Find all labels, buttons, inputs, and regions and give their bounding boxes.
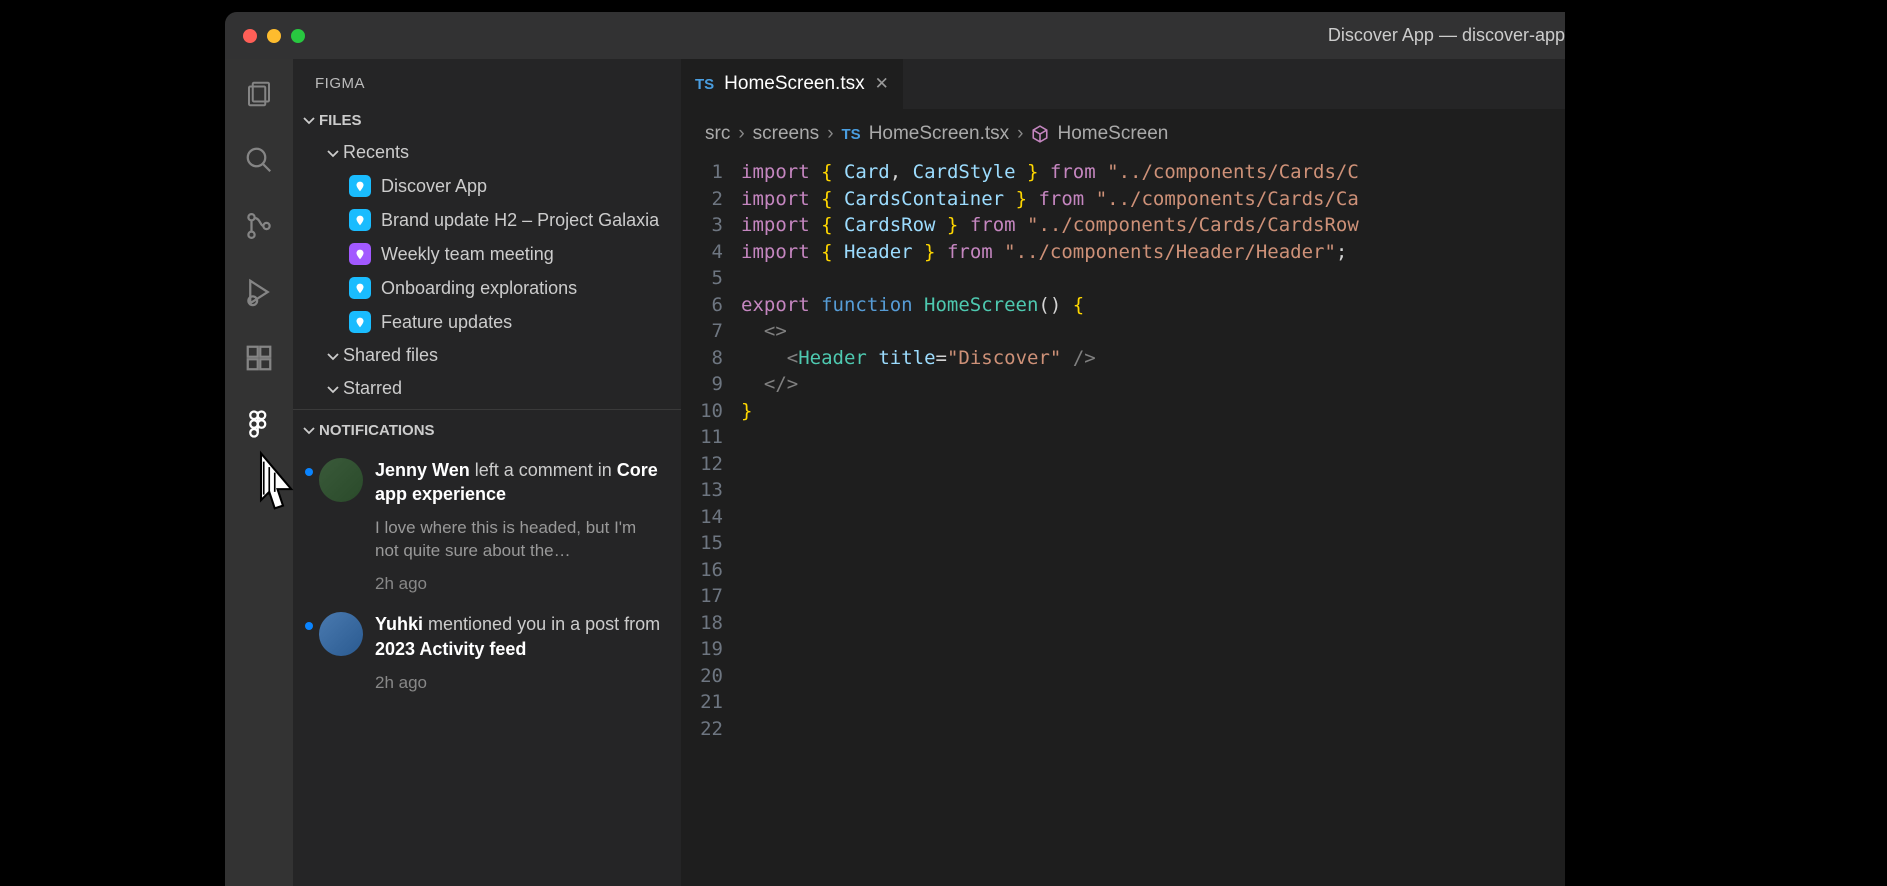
shared-files-label: Shared files — [343, 345, 438, 366]
window-close-button[interactable] — [243, 29, 257, 43]
file-item[interactable]: Feature updates — [293, 305, 681, 339]
file-item-label: Feature updates — [381, 312, 512, 333]
app-window: Discover App — discover-app — [225, 12, 1565, 886]
main-area: FIGMA FILES Recents Discover App Brand up… — [225, 59, 1565, 886]
tab-bar: TS HomeScreen.tsx ✕ — [681, 59, 1565, 109]
tab-homescreen[interactable]: TS HomeScreen.tsx ✕ — [681, 59, 903, 109]
figma-file-icon — [349, 243, 371, 265]
breadcrumbs[interactable]: src › screens › TS HomeScreen.tsx › Home… — [681, 109, 1565, 159]
chevron-down-icon — [299, 110, 319, 130]
notification-title: Jenny Wen left a comment in Core app exp… — [375, 458, 661, 507]
unread-dot-icon — [305, 468, 313, 476]
chevron-right-icon: › — [827, 123, 833, 145]
files-section-label: FILES — [319, 112, 362, 129]
figma-icon[interactable] — [242, 407, 276, 441]
breadcrumb-part[interactable]: src — [705, 123, 730, 145]
notification-item[interactable]: Jenny Wen left a comment in Core app exp… — [293, 450, 681, 604]
file-item[interactable]: Weekly team meeting — [293, 237, 681, 271]
notifications-label: NOTIFICATIONS — [319, 422, 435, 439]
notifications-section: NOTIFICATIONS Jenny Wen left a comment i… — [293, 409, 681, 703]
sidebar-title: FIGMA — [293, 59, 681, 104]
code-content[interactable]: import { Card, CardStyle } from "../comp… — [741, 159, 1565, 886]
breadcrumb-part[interactable]: HomeScreen — [1057, 123, 1168, 145]
figma-file-icon — [349, 311, 371, 333]
notification-item[interactable]: Yuhki mentioned you in a post from 2023 … — [293, 604, 681, 703]
source-control-icon[interactable] — [242, 209, 276, 243]
notification-preview: I love where this is headed, but I'm not… — [375, 517, 661, 563]
chevron-down-icon — [323, 379, 343, 399]
figma-file-icon — [349, 209, 371, 231]
traffic-lights — [243, 29, 305, 43]
avatar — [319, 612, 363, 656]
run-debug-icon[interactable] — [242, 275, 276, 309]
starred-label: Starred — [343, 378, 402, 399]
file-item[interactable]: Onboarding explorations — [293, 271, 681, 305]
chevron-right-icon: › — [1017, 123, 1023, 145]
notification-time: 2h ago — [375, 673, 661, 693]
notifications-header[interactable]: NOTIFICATIONS — [293, 410, 681, 450]
file-item-label: Weekly team meeting — [381, 244, 554, 265]
tab-filename: HomeScreen.tsx — [724, 73, 864, 95]
notification-body: Yuhki mentioned you in a post from 2023 … — [375, 612, 661, 693]
notification-title: Yuhki mentioned you in a post from 2023 … — [375, 612, 661, 661]
editor-area: TS HomeScreen.tsx ✕ src › screens › TS H… — [681, 59, 1565, 886]
recents-subsection[interactable]: Recents — [293, 136, 681, 169]
starred-subsection[interactable]: Starred — [293, 372, 681, 405]
figma-file-icon — [349, 175, 371, 197]
notification-time: 2h ago — [375, 574, 661, 594]
titlebar: Discover App — discover-app — [225, 12, 1565, 59]
window-title: Discover App — discover-app — [1328, 25, 1565, 46]
recents-label: Recents — [343, 142, 409, 163]
typescript-icon: TS — [842, 126, 861, 143]
file-item-label: Brand update H2 – Project Galaxia — [381, 210, 659, 231]
notification-body: Jenny Wen left a comment in Core app exp… — [375, 458, 661, 594]
file-item[interactable]: Brand update H2 – Project Galaxia — [293, 203, 681, 237]
typescript-icon: TS — [695, 76, 714, 93]
chevron-down-icon — [299, 420, 319, 440]
window-minimize-button[interactable] — [267, 29, 281, 43]
file-item[interactable]: Discover App — [293, 169, 681, 203]
breadcrumb-part[interactable]: HomeScreen.tsx — [869, 123, 1009, 145]
recents-list: Discover App Brand update H2 – Project Ga… — [293, 169, 681, 339]
figma-file-icon — [349, 277, 371, 299]
figma-sidebar: FIGMA FILES Recents Discover App Brand up… — [293, 59, 681, 886]
files-section-header[interactable]: FILES — [293, 104, 681, 136]
notifications-list: Jenny Wen left a comment in Core app exp… — [293, 450, 681, 703]
unread-dot-icon — [305, 622, 313, 630]
extensions-icon[interactable] — [242, 341, 276, 375]
chevron-down-icon — [323, 346, 343, 366]
shared-files-subsection[interactable]: Shared files — [293, 339, 681, 372]
breadcrumb-part[interactable]: screens — [753, 123, 820, 145]
chevron-right-icon: › — [738, 123, 744, 145]
files-icon[interactable] — [242, 77, 276, 111]
file-item-label: Onboarding explorations — [381, 278, 577, 299]
file-item-label: Discover App — [381, 176, 487, 197]
activity-bar — [225, 59, 293, 886]
code-editor[interactable]: 12345678910111213141516171819202122 impo… — [681, 159, 1565, 886]
line-gutter: 12345678910111213141516171819202122 — [681, 159, 741, 886]
cube-icon — [1031, 125, 1049, 143]
window-maximize-button[interactable] — [291, 29, 305, 43]
search-icon[interactable] — [242, 143, 276, 177]
close-icon[interactable]: ✕ — [875, 74, 889, 94]
chevron-down-icon — [323, 143, 343, 163]
avatar — [319, 458, 363, 502]
